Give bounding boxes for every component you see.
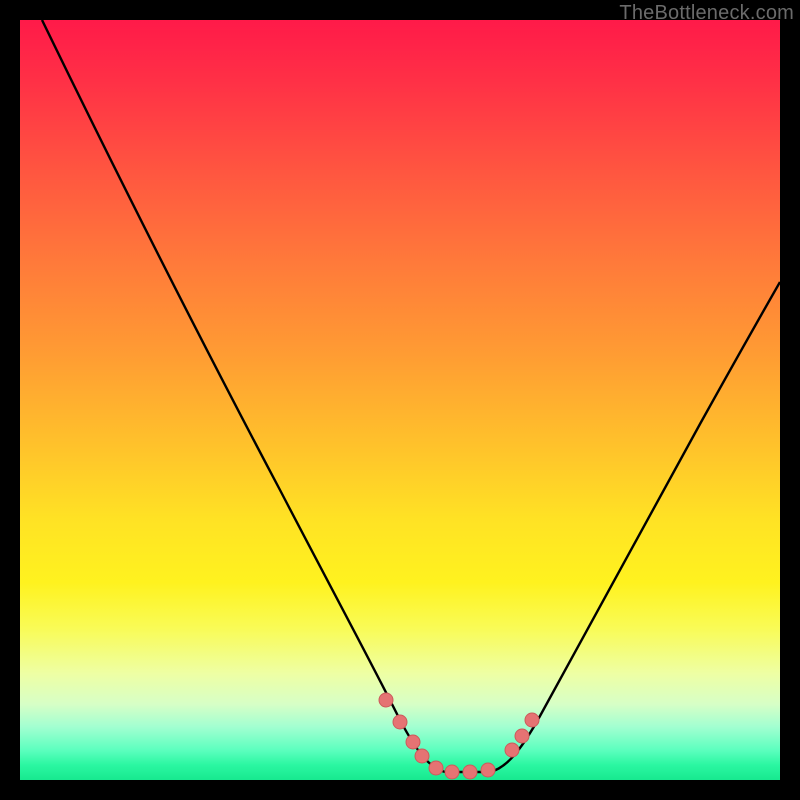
marker [463,765,477,779]
marker [525,713,539,727]
marker [515,729,529,743]
marker [379,693,393,707]
plot-area [20,20,780,780]
marker [406,735,420,749]
marker [481,763,495,777]
marker [445,765,459,779]
marker [393,715,407,729]
curve-layer [20,20,780,780]
marker [429,761,443,775]
marker [505,743,519,757]
marker-group [379,693,539,779]
bottleneck-curve [42,20,780,772]
marker [415,749,429,763]
watermark-text: TheBottleneck.com [619,2,794,25]
outer-frame: TheBottleneck.com [0,0,800,800]
